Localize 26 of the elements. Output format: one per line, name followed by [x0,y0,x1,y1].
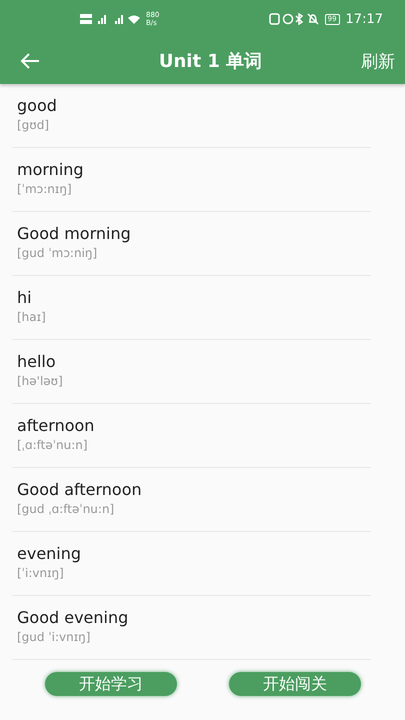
word-text: evening [17,543,82,565]
phonetic-text: [ˈmɔ:nɪŋ] [17,181,73,197]
phonetic-text: [ˌɑ:ftəˈnu:n] [17,437,89,453]
word-text: morning [17,159,85,181]
back-button[interactable] [20,53,40,69]
signal-icon [80,13,140,25]
start-button[interactable]: 开始学习 [45,672,177,696]
phonetic-text: [haɪ] [17,309,47,325]
phonetic-text: [gud ˌɑ:ftəˈnu:n] [17,501,116,517]
phonetic-text: [gud ˈmɔ:niŋ] [17,245,98,261]
refresh-button[interactable]: 刷新 [361,50,395,72]
clock-time: 17:17 [346,12,383,26]
word-text: Good evening [17,607,130,629]
word-text: good [17,95,58,117]
phonetic-text: [hə'ləʊ] [17,373,64,389]
word-text: Good afternoon [17,479,143,501]
word-text: afternoon [17,415,96,437]
phonetic-text: [gʊd] [17,117,50,133]
status-icons [268,13,319,25]
word-text: hello [17,351,57,373]
phonetic-text: [gud ˈi:vnɪŋ] [17,629,92,645]
word-text: hi [17,287,33,309]
phonetic-text: [ˈi:vnɪŋ] [17,565,65,581]
word-text: Good morning [17,223,132,245]
page-title: Unit 1 单词 [158,50,264,73]
start-button[interactable]: 开始闯关 [229,672,361,696]
